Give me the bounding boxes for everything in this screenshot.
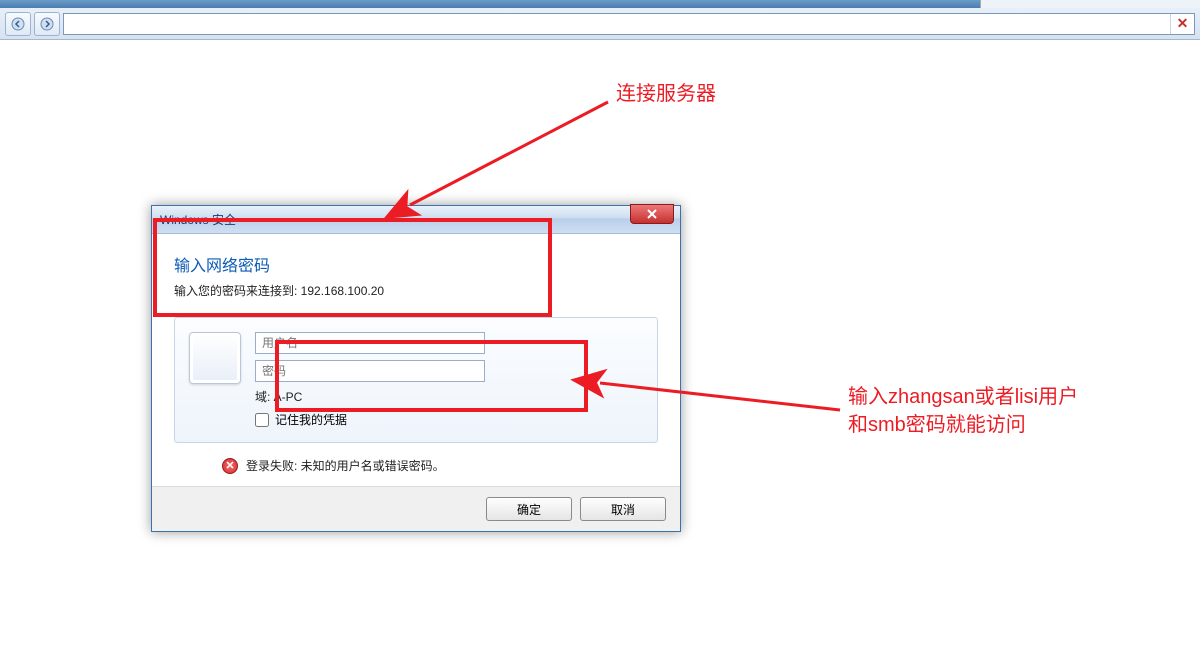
cancel-button[interactable]: 取消	[580, 497, 666, 521]
annotation-text-right: 输入zhangsan或者lisi用户 和smb密码就能访问	[848, 383, 1078, 439]
dialog-titlebar: Windows 安全	[152, 206, 680, 234]
browser-navbar: ✕	[0, 8, 1200, 40]
back-button[interactable]	[5, 12, 31, 36]
remember-checkbox-row[interactable]: 记住我的凭据	[255, 411, 643, 428]
error-row: ✕ 登录失败: 未知的用户名或错误密码。	[174, 457, 658, 474]
forward-button[interactable]	[34, 12, 60, 36]
error-icon: ✕	[222, 458, 238, 474]
window-titlebar-fragment	[0, 0, 1200, 8]
password-field[interactable]	[255, 360, 485, 382]
ok-button[interactable]: 确定	[486, 497, 572, 521]
credentials-dialog: Windows 安全 输入网络密码 输入您的密码来连接到: 192.168.10…	[151, 205, 681, 532]
annotation-text-top: 连接服务器	[616, 80, 716, 108]
address-bar[interactable]: ✕	[63, 13, 1195, 35]
user-avatar-icon	[189, 332, 241, 384]
error-text: 登录失败: 未知的用户名或错误密码。	[246, 457, 445, 474]
remember-label: 记住我的凭据	[275, 411, 347, 428]
domain-label: 域: A-PC	[255, 388, 643, 405]
dialog-footer: 确定 取消	[152, 486, 680, 531]
dialog-subheading: 输入您的密码来连接到: 192.168.100.20	[174, 282, 658, 299]
credentials-panel: 域: A-PC 记住我的凭据	[174, 317, 658, 443]
close-button[interactable]	[630, 204, 674, 224]
remember-checkbox[interactable]	[255, 413, 269, 427]
username-field[interactable]	[255, 332, 485, 354]
dialog-title: Windows 安全	[160, 211, 236, 228]
stop-icon[interactable]: ✕	[1170, 14, 1194, 34]
dialog-heading: 输入网络密码	[174, 252, 658, 276]
